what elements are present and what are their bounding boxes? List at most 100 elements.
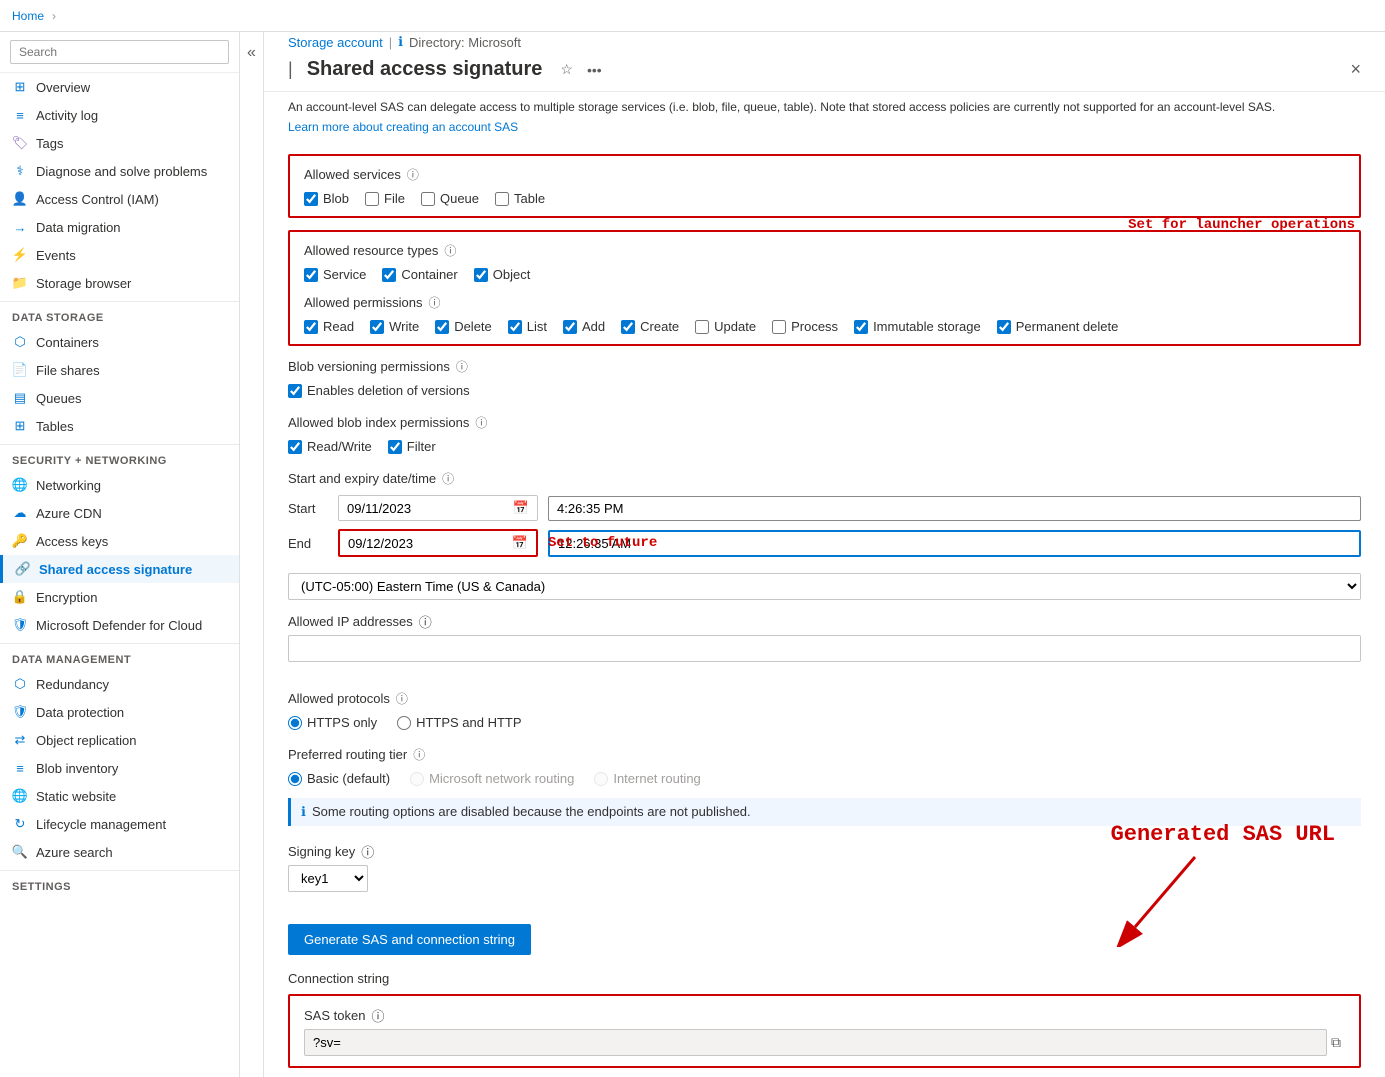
routing-info-icon-blue: ℹ	[301, 804, 306, 820]
sidebar-item-shared-access[interactable]: 🔗 search Shared access signature	[0, 555, 239, 583]
allowed-services-info-icon[interactable]: ⓘ	[407, 166, 419, 183]
generate-sas-button[interactable]: Generate SAS and connection string	[288, 924, 531, 955]
routing-microsoft[interactable]: Microsoft network routing	[410, 771, 574, 786]
data-management-section: Data management	[0, 643, 239, 670]
search-input[interactable]	[10, 40, 229, 64]
signing-key-info-icon[interactable]: ⓘ	[361, 842, 374, 861]
sas-token-input[interactable]	[304, 1029, 1327, 1056]
sidebar-item-lifecycle[interactable]: ↻ Lifecycle management	[0, 810, 239, 838]
resource-container-checkbox[interactable]: Container	[382, 267, 457, 282]
routing-internet[interactable]: Internet routing	[594, 771, 700, 786]
sidebar-item-azure-search[interactable]: 🔍 Azure search	[0, 838, 239, 866]
tags-icon: 🏷	[12, 135, 28, 151]
start-time-input[interactable]	[548, 496, 1361, 521]
blob-index-label: Allowed blob index permissions ⓘ	[288, 414, 1361, 431]
allowed-resource-info-icon[interactable]: ⓘ	[444, 242, 456, 259]
ip-input[interactable]	[288, 635, 1361, 662]
blob-index-filter-checkbox[interactable]: Filter	[388, 439, 436, 454]
sidebar-item-azure-cdn[interactable]: ☁ Azure CDN	[0, 499, 239, 527]
more-options-icon[interactable]: •••	[587, 62, 602, 78]
perm-permanent-delete-checkbox[interactable]: Permanent delete	[997, 319, 1119, 334]
sidebar-item-label: Networking	[36, 478, 101, 493]
service-queue-checkbox[interactable]: Queue	[421, 191, 479, 206]
learn-more-link[interactable]: Learn more about creating an account SAS	[264, 118, 542, 146]
perm-read-checkbox[interactable]: Read	[304, 319, 354, 334]
perm-delete-checkbox[interactable]: Delete	[435, 319, 492, 334]
sidebar-item-tables[interactable]: ⊞ Tables	[0, 412, 239, 440]
sidebar-item-label: Activity log	[36, 108, 98, 123]
perm-immutable-checkbox[interactable]: Immutable storage	[854, 319, 981, 334]
sidebar-item-label: Access Control (IAM)	[36, 192, 159, 207]
protocol-https-only[interactable]: HTTPS only	[288, 715, 377, 730]
blob-versioning-info-icon[interactable]: ⓘ	[456, 358, 468, 375]
resource-object-checkbox[interactable]: Object	[474, 267, 531, 282]
routing-info-icon[interactable]: ⓘ	[413, 746, 425, 763]
sidebar-item-encryption[interactable]: 🔒 Encryption	[0, 583, 239, 611]
sidebar-item-label: Object replication	[36, 733, 136, 748]
perm-write-checkbox[interactable]: Write	[370, 319, 419, 334]
date-time-info-icon[interactable]: ⓘ	[442, 470, 454, 487]
sidebar-item-static-website[interactable]: 🌐 Static website	[0, 782, 239, 810]
signing-key-select[interactable]: key1 key2	[288, 865, 368, 892]
service-table-checkbox[interactable]: Table	[495, 191, 545, 206]
routing-radio-group: Basic (default) Microsoft network routin…	[288, 771, 1361, 786]
sidebar-item-overview[interactable]: ⊞ Overview	[0, 73, 239, 101]
storage-account-link[interactable]: Storage account	[288, 35, 383, 50]
sas-token-info-icon[interactable]: ⓘ	[371, 1006, 384, 1025]
perm-create-checkbox[interactable]: Create	[621, 319, 679, 334]
sidebar-item-redundancy[interactable]: ⬡ Redundancy	[0, 670, 239, 698]
sidebar-item-queues[interactable]: ▤ Queues	[0, 384, 239, 412]
calendar-icon-start[interactable]: 📅	[513, 500, 529, 516]
sidebar-item-data-migration[interactable]: → Data migration	[0, 213, 239, 241]
favorite-icon[interactable]: ☆	[560, 61, 573, 78]
routing-basic[interactable]: Basic (default)	[288, 771, 390, 786]
sas-token-input-row: ⧉	[304, 1029, 1345, 1056]
calendar-icon-end[interactable]: 📅	[512, 535, 528, 551]
data-protection-icon: 🛡	[12, 704, 28, 720]
start-date-input[interactable]: 09/11/2023 📅	[338, 495, 538, 521]
allowed-permissions-info-icon[interactable]: ⓘ	[429, 294, 441, 311]
close-button[interactable]: ×	[1350, 59, 1361, 80]
start-label: Start	[288, 501, 328, 516]
sidebar-item-object-replication[interactable]: ⇄ Object replication	[0, 726, 239, 754]
allowed-permissions-label: Allowed permissions ⓘ	[304, 294, 1345, 311]
sidebar-item-data-protection[interactable]: 🛡 Data protection	[0, 698, 239, 726]
protocol-https-http[interactable]: HTTPS and HTTP	[397, 715, 521, 730]
search-container	[0, 32, 239, 73]
perm-list-checkbox[interactable]: List	[508, 319, 547, 334]
sidebar-item-access-keys[interactable]: 🔑 Access keys	[0, 527, 239, 555]
blob-index-readwrite-checkbox[interactable]: Read/Write	[288, 439, 372, 454]
perm-update-checkbox[interactable]: Update	[695, 319, 756, 334]
blob-versioning-checkbox[interactable]: Enables deletion of versions	[288, 383, 1361, 398]
routing-info-message: ℹ Some routing options are disabled beca…	[288, 798, 1361, 826]
perm-add-checkbox[interactable]: Add	[563, 319, 605, 334]
overview-icon: ⊞	[12, 79, 28, 95]
protocols-info-icon[interactable]: ⓘ	[396, 690, 408, 707]
home-link[interactable]: Home	[12, 9, 44, 23]
sidebar-item-tags[interactable]: 🏷 Tags	[0, 129, 239, 157]
sidebar-item-storage-browser[interactable]: 📁 Storage browser	[0, 269, 239, 297]
sidebar-item-access-control[interactable]: 👤 Access Control (IAM)	[0, 185, 239, 213]
perm-process-checkbox[interactable]: Process	[772, 319, 838, 334]
timezone-select[interactable]: (UTC-05:00) Eastern Time (US & Canada)	[288, 573, 1361, 600]
end-time-input[interactable]	[548, 530, 1361, 557]
ip-info-icon[interactable]: ⓘ	[419, 612, 432, 631]
end-label: End	[288, 536, 328, 551]
copy-icon[interactable]: ⧉	[1327, 1030, 1345, 1055]
sidebar-item-defender[interactable]: 🛡 Microsoft Defender for Cloud	[0, 611, 239, 639]
sidebar-collapse-btn[interactable]: «	[240, 32, 264, 1077]
sidebar-item-containers[interactable]: ⬡ Containers	[0, 328, 239, 356]
sidebar-item-events[interactable]: ⚡ Events	[0, 241, 239, 269]
object-replication-icon: ⇄	[12, 732, 28, 748]
resource-service-checkbox[interactable]: Service	[304, 267, 366, 282]
end-date-input[interactable]: 09/12/2023 📅	[338, 529, 538, 557]
service-blob-checkbox[interactable]: Blob	[304, 191, 349, 206]
service-file-checkbox[interactable]: File	[365, 191, 405, 206]
sidebar-item-activity-log[interactable]: ≡ Activity log	[0, 101, 239, 129]
sidebar-item-networking[interactable]: 🌐 Networking	[0, 471, 239, 499]
networking-icon: 🌐	[12, 477, 28, 493]
blob-index-info-icon[interactable]: ⓘ	[475, 414, 487, 431]
sidebar-item-blob-inventory[interactable]: ≡ Blob inventory	[0, 754, 239, 782]
sidebar-item-diagnose[interactable]: ⚕ Diagnose and solve problems	[0, 157, 239, 185]
sidebar-item-file-shares[interactable]: 📄 File shares	[0, 356, 239, 384]
